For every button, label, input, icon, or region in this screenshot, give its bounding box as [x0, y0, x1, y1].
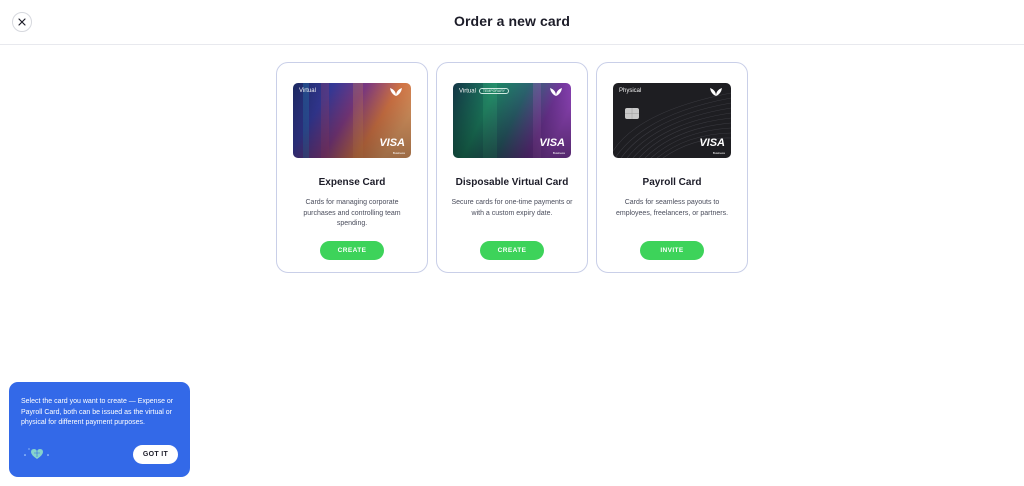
- header: Order a new card: [0, 0, 1024, 45]
- card-title: Expense Card: [318, 177, 386, 188]
- butterfly-logo-icon: [710, 88, 722, 96]
- card-type-text: Virtual: [459, 88, 476, 95]
- disposable-virtual-card-option[interactable]: Virtual TEMPORARY VISA Business Disposabl…: [436, 62, 588, 273]
- card-type-label: Virtual TEMPORARY: [459, 88, 510, 95]
- create-expense-card-button[interactable]: CREATE: [320, 241, 384, 260]
- tooltip-text: Select the card you want to create — Exp…: [21, 398, 174, 427]
- payroll-card-image: Physical VISA Business: [613, 83, 731, 158]
- sparkle-heart-icon: [24, 448, 49, 459]
- expense-card-option[interactable]: Virtual VISA Business Expense Card Cards…: [276, 62, 428, 273]
- create-disposable-card-button[interactable]: CREATE: [480, 241, 544, 260]
- card-description: Secure cards for one-time payments or wi…: [451, 199, 573, 217]
- card-description: Cards for seamless payouts to employees,…: [615, 199, 729, 217]
- visa-logo: VISA: [699, 137, 725, 149]
- payroll-card-option[interactable]: Physical VISA Business Payroll Card Card…: [596, 62, 748, 273]
- invite-payroll-card-button[interactable]: INVITE: [640, 241, 704, 260]
- visa-logo: VISA: [539, 137, 565, 149]
- visa-sub-label: Business: [712, 151, 725, 155]
- card-title: Disposable Virtual Card: [455, 177, 569, 188]
- got-it-button[interactable]: GOT IT: [133, 445, 178, 464]
- visa-sub-label: Business: [552, 151, 565, 155]
- page-title: Order a new card: [454, 13, 570, 29]
- temporary-badge: TEMPORARY: [478, 88, 510, 94]
- visa-logo: VISA: [379, 137, 405, 149]
- card-description: Cards for managing corporate purchases a…: [303, 199, 401, 227]
- visa-sub-label: Business: [392, 151, 405, 155]
- card-options: Virtual VISA Business Expense Card Cards…: [276, 62, 748, 273]
- card-type-label: Virtual: [299, 88, 316, 94]
- disposable-card-image: Virtual TEMPORARY VISA Business: [453, 83, 571, 158]
- butterfly-logo-icon: [390, 88, 402, 96]
- expense-card-image: Virtual VISA Business: [293, 83, 411, 158]
- onboarding-tooltip: Select the card you want to create — Exp…: [9, 382, 190, 477]
- butterfly-logo-icon: [550, 88, 562, 96]
- card-type-label: Physical: [619, 88, 642, 94]
- card-title: Payroll Card: [642, 177, 702, 188]
